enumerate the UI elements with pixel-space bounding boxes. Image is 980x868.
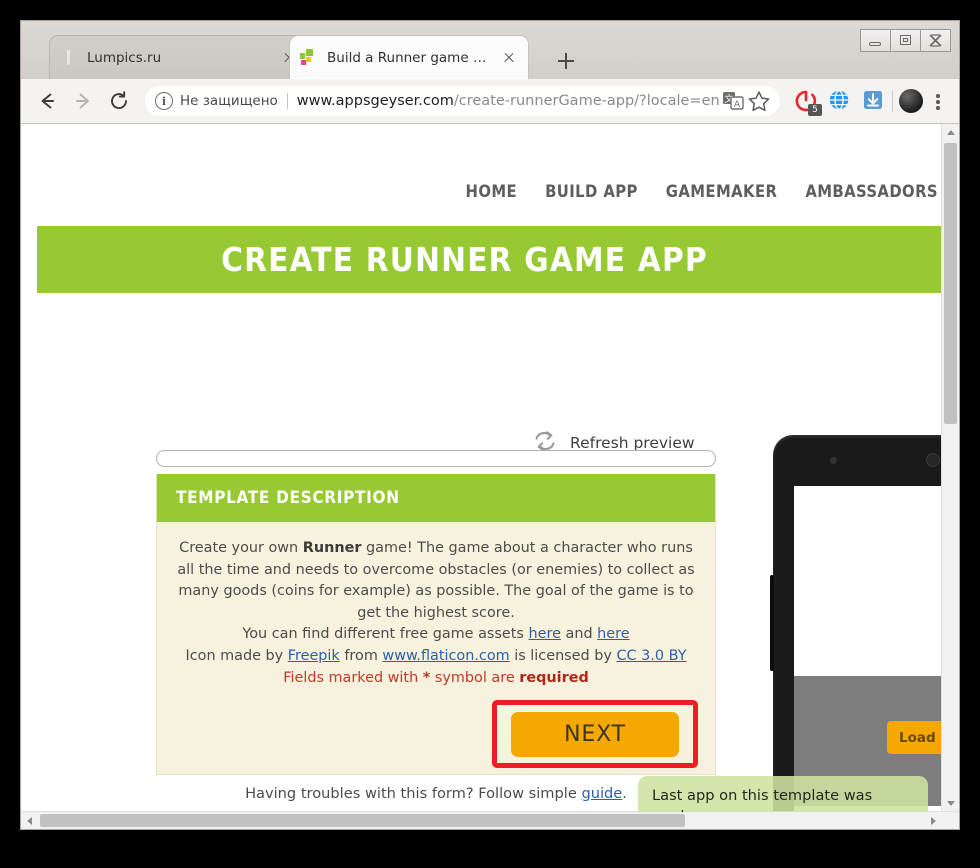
phone-camera-icon [830,457,837,464]
web-page: HOME BUILD APP GAMEMAKER AMBASSADORS CRE… [21,124,942,812]
orange-icon [60,49,78,67]
help-text-b: . [622,784,627,802]
browser-tab-build-runner[interactable]: Build a Runner game app [289,35,529,79]
attr-text-c: is licensed by [509,647,617,664]
next-button-area: NEXT [157,696,715,774]
opera-vpn-icon[interactable]: 5 [794,89,822,116]
svg-text:A: A [734,100,741,110]
scroll-up-arrow[interactable] [942,124,959,141]
flaticon-link[interactable]: www.flaticon.com [382,648,509,664]
phone-frame: Load prev SUPPORT [770,435,942,812]
security-status-text: Не защищено [180,93,278,109]
phone-volume-button [770,575,774,671]
attr-text-a: Icon made by [185,647,288,664]
browser-viewport: HOME BUILD APP GAMEMAKER AMBASSADORS CRE… [21,124,959,829]
screenshot-root: Lumpics.ru Build a Runner game app i Не … [0,0,980,868]
horizontal-scrollbar[interactable] [21,811,959,829]
scroll-left-arrow[interactable] [21,812,38,829]
nav-item-home[interactable]: HOME [466,182,518,201]
close-icon[interactable] [500,49,518,67]
form-column: TEMPLATE DESCRIPTION Create your own Run… [156,450,716,802]
close-button[interactable] [920,29,951,52]
tooltip-line-1: Last app on this template was made [652,787,873,812]
browser-tab-lumpics[interactable]: Lumpics.ru [49,35,309,79]
browser-window: Lumpics.ru Build a Runner game app i Не … [20,20,960,830]
url-host: www.appsgeyser.com [296,93,454,109]
attr-text-b: from [339,647,383,664]
guide-link[interactable]: guide [581,785,622,802]
horizontal-scroll-thumb[interactable] [40,814,685,827]
appsgeyser-pixels-icon [300,48,318,67]
reload-icon[interactable] [103,85,135,117]
window-controls [860,29,951,52]
globe-icon[interactable] [828,89,852,113]
panel-body: Create your own Runner game! The game ab… [157,522,715,696]
freepik-link[interactable]: Freepik [288,648,340,664]
load-preview-button[interactable]: Load prev [887,721,942,754]
scroll-right-arrow[interactable] [925,812,942,829]
form-progress-bar [156,450,716,467]
scroll-down-arrow[interactable] [942,795,959,812]
nav-item-build-app[interactable]: BUILD APP [545,182,638,201]
divider [286,93,288,109]
kebab-menu-icon[interactable] [927,89,949,113]
vertical-scrollbar[interactable] [941,124,959,812]
star-icon[interactable] [746,88,772,114]
help-line: Having troubles with this form? Follow s… [156,785,716,802]
url-path: /create-runnerGame-app/?locale=en [453,93,720,109]
minimize-button[interactable] [860,29,891,52]
next-button[interactable]: NEXT [511,711,679,757]
translate-icon[interactable]: 文 A [722,91,744,111]
browser-toolbar: i Не защищено www.appsgeyser.com/create-… [21,79,959,124]
profile-avatar[interactable] [899,89,923,113]
req-text-b: symbol are [430,670,520,686]
phone-speaker-icon [926,453,940,467]
site-navigation: HOME BUILD APP GAMEMAKER AMBASSADORS [466,182,938,201]
assets-text: You can find different free game assets [242,626,529,642]
extension-icons: 5 [794,89,886,116]
template-description-panel: TEMPLATE DESCRIPTION Create your own Run… [156,474,716,775]
tab-title: Build a Runner game app [327,49,494,66]
phone-preview: Load prev SUPPORT [770,435,942,812]
page-title: CREATE RUNNER GAME APP [221,240,708,279]
description-paragraph: Create your own Runner game! The game ab… [171,538,701,624]
desc-bold-runner: Runner [302,540,362,556]
assets-link-1[interactable]: here [529,626,561,642]
req-text-c: required [519,670,589,686]
divider [892,90,893,112]
phone-screen: Load prev SUPPORT [794,486,942,812]
attribution-line: Icon made by Freepik from www.flaticon.c… [171,646,701,668]
tab-title: Lumpics.ru [87,49,162,66]
req-text-a: Fields marked with [283,670,423,686]
cc-license-link[interactable]: CC 3.0 BY [616,648,686,664]
new-tab-button[interactable] [551,47,581,75]
assets-link-2[interactable]: here [597,626,629,642]
url-text: www.appsgeyser.com/create-runnerGame-app… [297,93,720,109]
download-icon[interactable] [862,89,886,113]
nav-item-gamemaker[interactable]: GAMEMAKER [666,182,778,201]
info-circle-icon[interactable]: i [155,92,173,110]
extension-badge: 5 [808,104,822,116]
scrollbar-corner [942,812,959,829]
desc-text-a: Create your own [179,540,303,556]
maximize-button[interactable] [890,29,921,52]
address-bar[interactable]: i Не защищено www.appsgeyser.com/create-… [145,86,780,116]
close-icon [929,34,942,47]
assets-line: You can find different free game assets … [171,624,701,646]
nav-item-ambassadors[interactable]: AMBASSADORS [805,182,938,201]
vertical-scroll-thumb[interactable] [944,143,957,424]
back-arrow-icon[interactable] [31,85,63,117]
page-banner: CREATE RUNNER GAME APP [37,226,942,293]
help-text-a: Having troubles with this form? Follow s… [245,784,582,802]
panel-heading: TEMPLATE DESCRIPTION [157,474,715,522]
tab-strip: Lumpics.ru Build a Runner game app [21,21,959,79]
assets-and: and [560,626,598,642]
last-app-tooltip: Last app on this template was made 5 min… [638,776,928,812]
omnibox-actions: 文 A [722,88,774,114]
required-fields-note: Fields marked with * symbol are required [171,668,701,690]
forward-arrow-icon[interactable] [67,85,99,117]
